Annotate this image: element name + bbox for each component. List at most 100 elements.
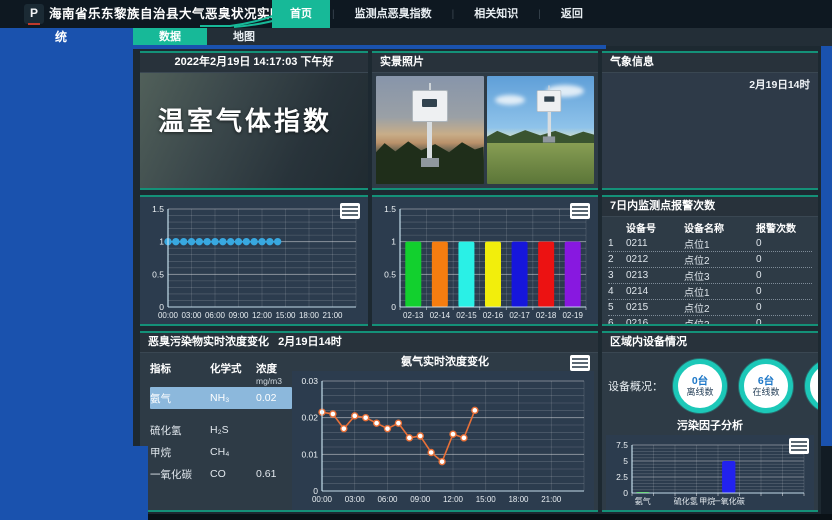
nav-item-0[interactable]: 首页	[272, 0, 330, 28]
svg-text:03:00: 03:00	[345, 495, 366, 504]
nav-separator: |	[450, 9, 457, 20]
svg-text:1.5: 1.5	[384, 204, 396, 214]
left-background-panel	[0, 46, 133, 446]
svg-text:1: 1	[159, 237, 164, 247]
ammonia-trend-chart[interactable]: 00.010.020.0300:0003:0006:0009:0012:0015…	[292, 371, 594, 511]
svg-text:02-14: 02-14	[430, 311, 451, 320]
nav-separator: |	[330, 9, 337, 20]
nav-separator: |	[536, 9, 543, 20]
svg-text:09:00: 09:00	[410, 495, 431, 504]
main-nav: 首页|监测点恶臭指数|相关知识|返回	[272, 0, 601, 28]
device-stat-circle-0: 0台离线数	[673, 359, 727, 413]
svg-text:0: 0	[391, 302, 396, 312]
odor-panel-date: 2月19日14时	[278, 336, 342, 348]
nav-item-2[interactable]: 相关知识	[456, 0, 536, 28]
top-header: P 海南省乐东黎族自治县大气恶臭状况实时发布系 首页|监测点恶臭指数|相关知识|…	[0, 0, 832, 28]
svg-text:15:00: 15:00	[476, 495, 497, 504]
svg-text:12:00: 12:00	[252, 311, 273, 320]
svg-text:氨气: 氨气	[635, 496, 651, 506]
odor-table-row[interactable]: 甲烷CH₄	[150, 441, 292, 463]
alarm-table-row: 30213点位30	[608, 268, 812, 284]
greenhouse-index-chart[interactable]: 00.511.500:0003:0006:0009:0012:0015:0018…	[142, 199, 366, 322]
device-stat-circle-2: 0台报警数	[805, 359, 818, 413]
svg-text:21:00: 21:00	[322, 311, 343, 320]
site-photo-dusk	[376, 76, 484, 184]
svg-text:02-16: 02-16	[483, 311, 504, 320]
svg-text:硫化氢: 硫化氢	[674, 496, 698, 506]
pollution-factor-chart[interactable]: 02.557.5氨气硫化氢甲烷一氧化碳	[606, 435, 814, 512]
svg-text:18:00: 18:00	[508, 495, 529, 504]
chart-menu-icon[interactable]	[570, 203, 590, 219]
svg-text:12:00: 12:00	[443, 495, 464, 504]
daily-index-chart-panel: 0 0.5 1 1.5 02-13 02-14 02-15 02-16 02-17 02-18 02…	[372, 195, 598, 326]
alarm-table-row: 60216点位30	[608, 316, 812, 326]
svg-text:06:00: 06:00	[377, 495, 398, 504]
svg-text:0: 0	[623, 488, 628, 498]
right-background-strip	[821, 46, 832, 446]
svg-text:02-15: 02-15	[456, 311, 477, 320]
left-background-panel-bottom	[0, 446, 148, 520]
svg-text:1: 1	[391, 237, 396, 247]
svg-text:00:00: 00:00	[158, 311, 179, 320]
chart-menu-icon[interactable]	[340, 203, 360, 219]
svg-text:02-18: 02-18	[536, 311, 557, 320]
alarm-table-row: 10211点位10	[608, 236, 812, 252]
odor-panel-title: 恶臭污染物实时浓度变化	[148, 336, 269, 348]
svg-text:06:00: 06:00	[205, 311, 226, 320]
svg-text:2.5: 2.5	[616, 472, 628, 482]
alarm-table: 设备号设备名称报警次数10211点位1020212点位2030213点位3040…	[602, 217, 818, 326]
svg-text:1.5: 1.5	[152, 204, 164, 214]
greeting-backdrop: 温室气体指数	[140, 73, 368, 188]
odor-table-row[interactable]: 氨气NH₃0.02	[150, 387, 292, 409]
tabbar-underline	[0, 45, 606, 49]
weather-panel-title: 气象信息	[602, 53, 818, 73]
device-stat-circles: 0台离线数6台在线数 0台报警数	[673, 359, 818, 413]
app-title-wrap: 统	[55, 28, 67, 46]
svg-text:0.01: 0.01	[301, 449, 318, 459]
alarm-table-row: 20212点位20	[608, 252, 812, 268]
nav-item-3[interactable]: 返回	[543, 0, 601, 28]
chart-menu-icon[interactable]	[570, 355, 590, 371]
svg-text:02-19: 02-19	[562, 311, 583, 320]
ammonia-chart-title: 氨气实时浓度变化	[292, 353, 598, 371]
devices-panel-title: 区域内设备情况	[602, 333, 818, 353]
odor-table-row[interactable]: 硫化氢H₂S	[150, 419, 292, 441]
svg-text:15:00: 15:00	[275, 311, 296, 320]
odor-panel: 恶臭污染物实时浓度变化 2月19日14时 指标化学式浓度mg/m3氨气NH₃0.…	[140, 331, 598, 512]
monitoring-station-1	[412, 83, 448, 167]
weather-date: 2月19日14时	[602, 73, 818, 96]
tab-1[interactable]: 地图	[207, 28, 281, 46]
view-tabs: 数据地图	[133, 28, 832, 46]
svg-text:一氧化碳: 一氧化碳	[713, 496, 745, 506]
monitoring-station-2	[537, 85, 561, 142]
svg-text:0.02: 0.02	[301, 413, 318, 423]
device-stats-row: 设备概况： 0台离线数6台在线数 0台报警数	[602, 353, 818, 417]
svg-text:02-13: 02-13	[403, 311, 424, 320]
weather-body: 2月19日14时	[602, 73, 818, 188]
weather-panel: 气象信息 2月19日14时	[602, 51, 818, 190]
photos-panel: 实景照片	[372, 51, 598, 190]
nav-item-1[interactable]: 监测点恶臭指数	[337, 0, 450, 28]
alarm-count-panel: 7日内监测点报警次数 设备号设备名称报警次数10211点位1020212点位20…	[602, 195, 818, 326]
dashboard-root: P 海南省乐东黎族自治县大气恶臭状况实时发布系 首页|监测点恶臭指数|相关知识|…	[0, 0, 832, 520]
devices-panel: 区域内设备情况 设备概况： 0台离线数6台在线数0台报警数 污染因子分析 02.…	[602, 331, 818, 512]
odor-table-row[interactable]: 一氧化碳CO0.61	[150, 463, 292, 485]
svg-text:0.5: 0.5	[384, 269, 396, 279]
tab-0[interactable]: 数据	[133, 28, 207, 46]
svg-text:0.03: 0.03	[301, 376, 318, 386]
device-overview-label: 设备概况：	[608, 378, 663, 394]
odor-table-header: 指标化学式浓度mg/m3	[150, 359, 292, 387]
photos-panel-title: 实景照片	[372, 53, 598, 73]
chart-menu-icon[interactable]	[789, 438, 809, 454]
daily-index-chart[interactable]: 0 0.5 1 1.5 02-13 02-14 02-15 02-16 02-17 02-18 02…	[374, 199, 596, 322]
photo-strip	[376, 76, 594, 184]
device-stat-circle-1: 6台在线数	[739, 359, 793, 413]
site-photo-field	[487, 76, 595, 184]
svg-text:0.5: 0.5	[152, 269, 164, 279]
svg-text:02-17: 02-17	[509, 311, 530, 320]
alarm-panel-title: 7日内监测点报警次数	[602, 197, 818, 217]
svg-text:03:00: 03:00	[181, 311, 202, 320]
alarm-table-header: 设备号设备名称报警次数	[608, 219, 812, 236]
svg-text:5: 5	[623, 456, 628, 466]
odor-table: 指标化学式浓度mg/m3氨气NH₃0.02 硫化氢H₂S甲烷CH₄一氧化碳CO0.…	[140, 353, 292, 510]
